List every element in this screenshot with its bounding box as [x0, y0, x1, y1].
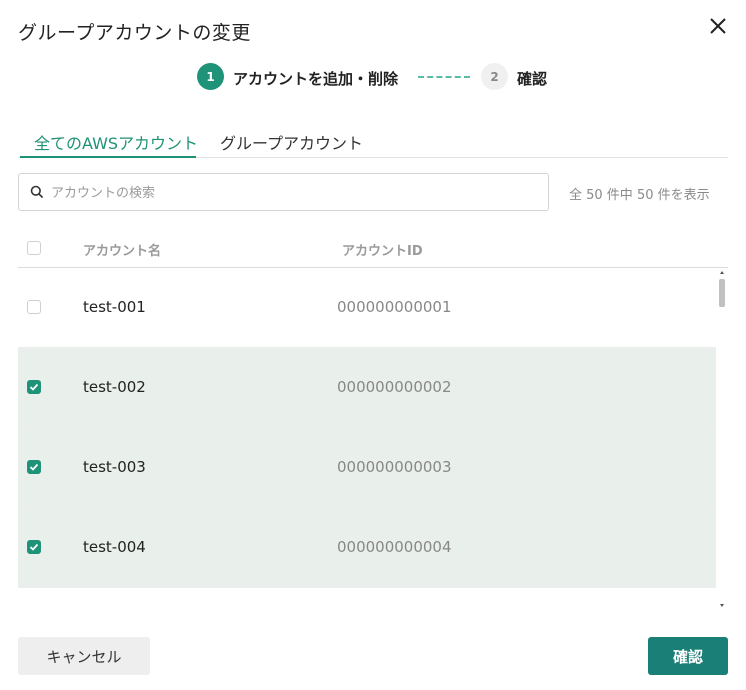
check-icon — [29, 543, 39, 551]
confirm-button[interactable]: 確認 — [648, 637, 728, 675]
step-connector — [418, 76, 470, 78]
table-row[interactable]: test-002 000000000002 — [18, 348, 716, 428]
search-icon — [30, 185, 44, 199]
active-tab-indicator — [20, 156, 196, 158]
scroll-thumb[interactable] — [719, 279, 725, 307]
table-header: アカウント名 アカウントID — [18, 230, 728, 268]
scroll-up-arrow-icon[interactable] — [720, 271, 724, 274]
account-name-cell: test-003 — [83, 458, 146, 476]
cancel-button[interactable]: キャンセル — [18, 637, 150, 675]
close-icon[interactable] — [706, 14, 730, 38]
account-name-cell: test-004 — [83, 538, 146, 556]
result-count: 全 50 件中 50 件を表示 — [569, 188, 710, 203]
step-1-number: 1 — [197, 63, 224, 90]
account-id-cell: 000000000001 — [337, 298, 452, 316]
scroll-down-arrow-icon[interactable] — [720, 604, 724, 607]
step-2-number: 2 — [481, 63, 508, 90]
row-checkbox[interactable] — [27, 300, 41, 314]
search-input[interactable] — [51, 182, 531, 204]
row-checkbox[interactable] — [27, 460, 41, 474]
table-row[interactable]: test-001 000000000001 — [18, 268, 716, 348]
account-name-cell: test-002 — [83, 378, 146, 396]
table-body: test-001 000000000001 test-002 000000000… — [18, 268, 718, 611]
check-icon — [29, 383, 39, 391]
dialog-title: グループアカウントの変更 — [18, 22, 251, 44]
tab-group-accounts[interactable]: グループアカウント — [220, 130, 363, 154]
search-box — [18, 173, 549, 211]
select-all-checkbox[interactable] — [27, 241, 41, 255]
column-header-account-id[interactable]: アカウントID — [342, 240, 423, 259]
account-id-cell: 000000000002 — [337, 378, 452, 396]
account-id-cell: 000000000004 — [337, 538, 452, 556]
stepper: 1 アカウントを追加・削除 2 確認 — [0, 62, 746, 92]
table-row[interactable]: test-003 000000000003 — [18, 428, 716, 508]
tab-bar: 全てのAWSアカウント グループアカウント — [18, 124, 728, 158]
check-icon — [29, 463, 39, 471]
table-row[interactable]: test-004 000000000004 — [18, 508, 716, 588]
row-checkbox[interactable] — [27, 540, 41, 554]
row-checkbox[interactable] — [27, 380, 41, 394]
step-2-label: 確認 — [517, 70, 548, 88]
table-scrollbar[interactable] — [717, 268, 727, 611]
tab-all-aws-accounts[interactable]: 全てのAWSアカウント — [34, 130, 198, 154]
step-1-label: アカウントを追加・削除 — [233, 70, 399, 88]
account-name-cell: test-001 — [83, 298, 146, 316]
account-id-cell: 000000000003 — [337, 458, 452, 476]
column-header-account-name[interactable]: アカウント名 — [83, 240, 161, 259]
